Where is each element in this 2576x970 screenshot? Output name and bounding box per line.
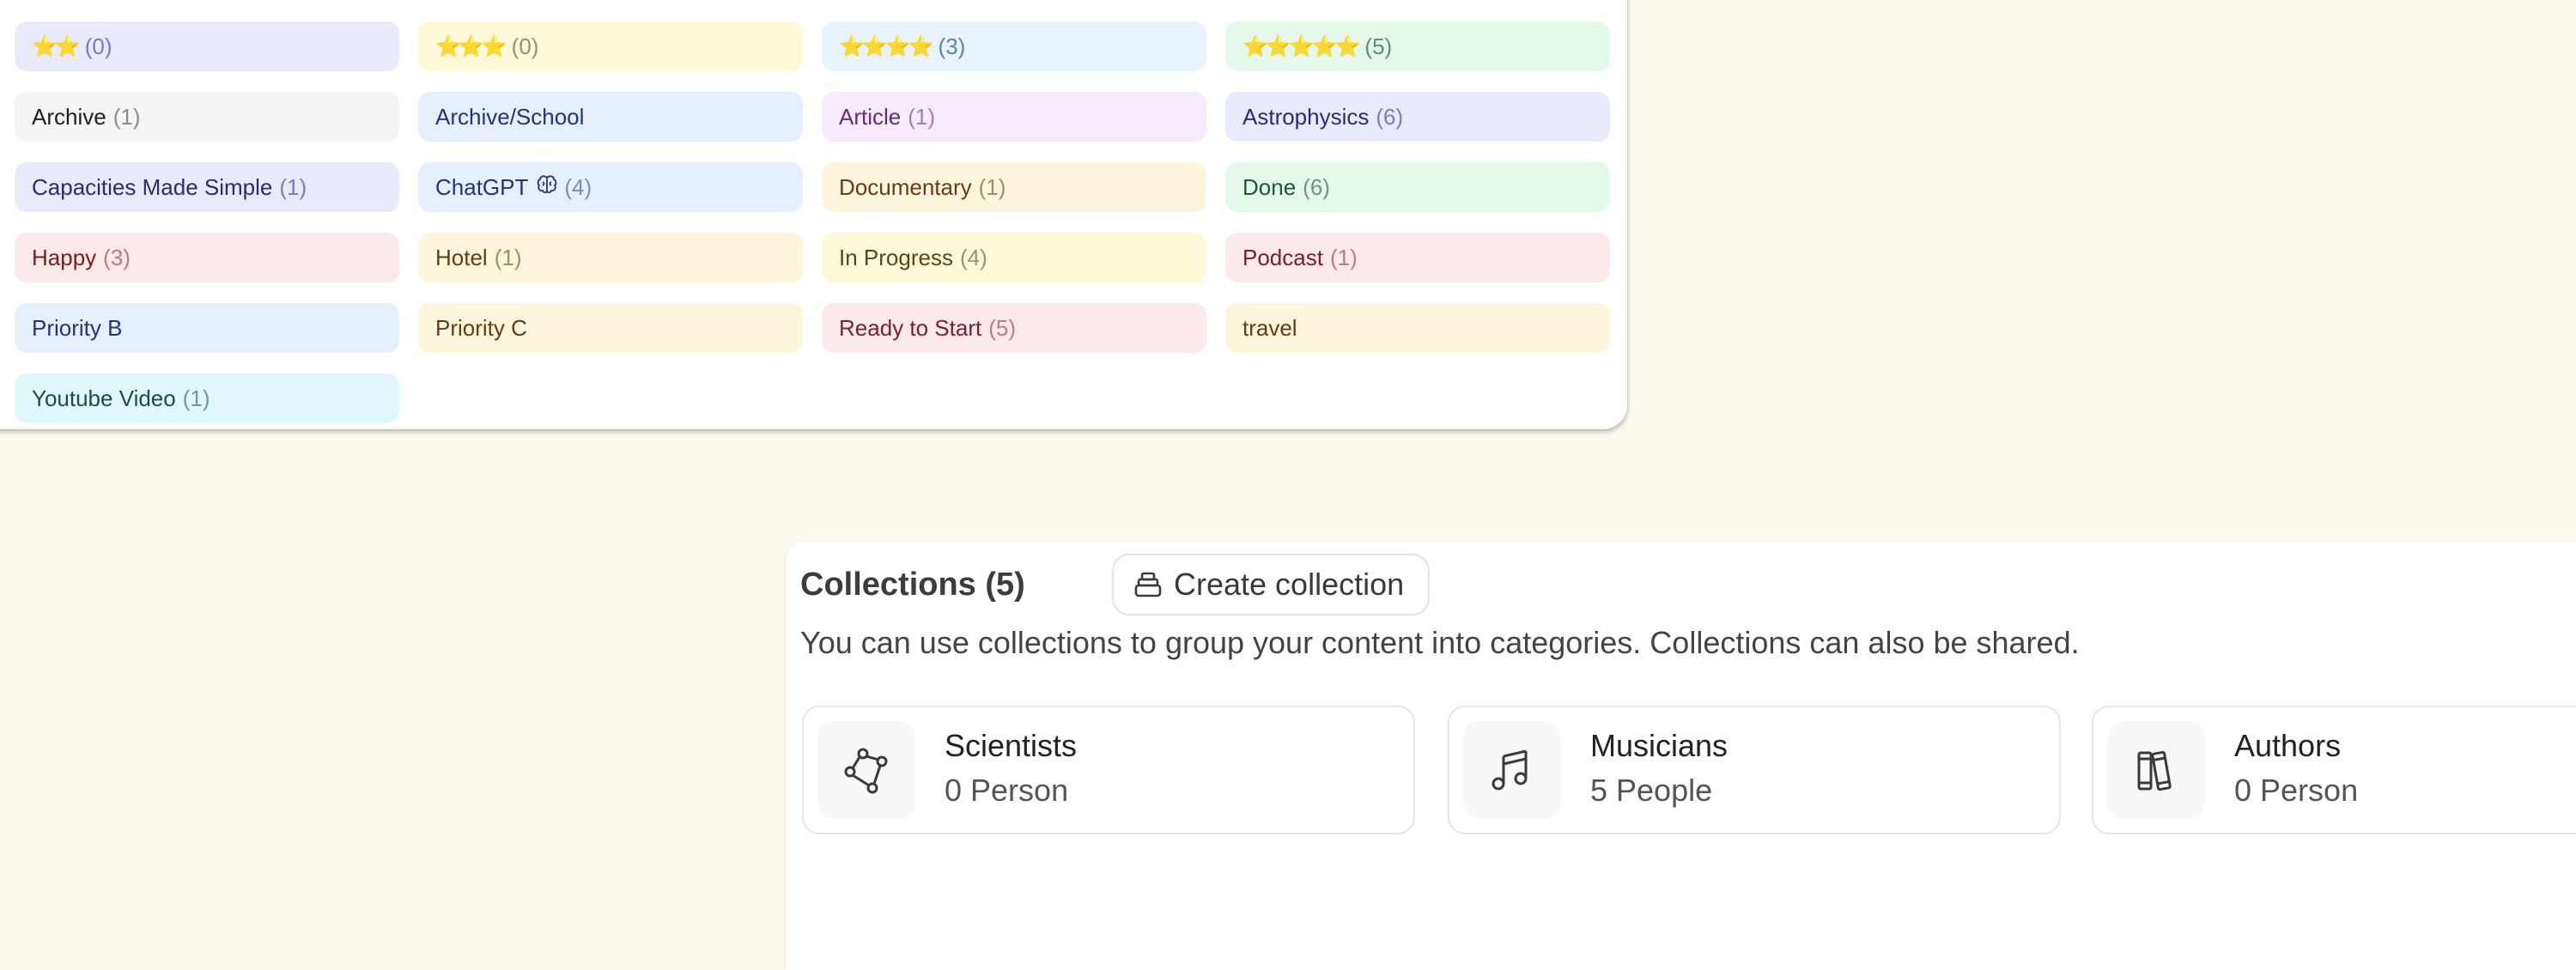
tag-label: Article [839,103,902,130]
collections-title: Collections (5) [800,567,1025,603]
tag-label: travel [1242,314,1297,341]
tag-count: (6) [1376,103,1404,130]
tag-item[interactable]: Article (1) [822,92,1206,142]
collection-count: 0 Person [945,773,1069,808]
collection-name: Authors [2234,728,2342,763]
card-icon-box [1463,721,1561,819]
tags-panel: ⭐⭐ (0) ⭐⭐⭐ (0) ⭐⭐⭐⭐ (3) ⭐⭐⭐⭐⭐ (5) Archive (1) Arch… [0,0,1627,429]
tag-item[interactable]: travel [1225,303,1610,353]
create-collection-label: Create collection [1174,567,1405,602]
card-icon-box [2107,721,2205,819]
tag-item[interactable]: ⭐⭐⭐ (0) [418,21,803,71]
collection-count: 5 People [1590,773,1713,808]
star-rating-icon: ⭐⭐⭐⭐ [839,34,934,58]
tag-item[interactable]: Archive (1) [15,92,399,142]
tag-count: (4) [959,244,987,270]
tag-label: Archive/School [435,103,585,130]
star-rating-icon: ⭐⭐⭐⭐⭐ [1242,34,1360,58]
create-collection-button[interactable]: Create collection [1112,554,1431,615]
tag-count: (5) [988,314,1016,341]
tag-label: ChatGPT [435,173,529,200]
tag-count: (5) [1364,33,1393,59]
tag-label: In Progress [839,244,953,270]
collection-card-authors[interactable]: Authors 0 Person [2092,706,2576,834]
tag-label: Archive [32,103,106,130]
tag-count: (1) [112,103,141,130]
tag-label: Priority B [32,314,123,341]
tag-label: Capacities Made Simple [32,173,273,200]
tag-item[interactable]: Youtube Video (1) [15,373,399,423]
collections-panel: Collections (5) Create collection You ca… [786,541,2576,970]
brain-icon [537,175,557,199]
tag-count: (1) [494,244,522,270]
books-icon [2137,750,2172,791]
tag-count: (0) [84,33,112,59]
collection-count: 0 Person [2234,773,2359,808]
tag-item[interactable]: ⭐⭐⭐⭐ (3) [822,21,1206,71]
tag-item[interactable]: Ready to Start (5) [822,303,1206,353]
tag-item[interactable]: Astrophysics (6) [1225,92,1610,142]
tag-label: Ready to Start [839,314,982,341]
tag-count: (1) [1329,244,1358,270]
card-icon-box [817,721,915,819]
tag-item[interactable]: Archive/School [418,92,803,142]
collection-name: Scientists [945,728,1078,763]
tag-label: Podcast [1242,244,1323,270]
tag-count: (1) [182,385,210,411]
tag-item[interactable]: Priority B [15,303,399,353]
collection-tray-icon [1134,572,1162,597]
tag-label: Youtube Video [32,385,176,411]
tag-item[interactable]: Hotel (1) [418,233,803,282]
tag-count: (3) [103,244,131,270]
star-rating-icon: ⭐⭐⭐ [435,34,507,58]
tag-count: (1) [978,173,1006,200]
collection-card-scientists[interactable]: Scientists 0 Person [802,706,1415,834]
tag-label: Done [1242,173,1297,200]
tag-item[interactable]: Priority C [418,303,803,353]
tag-count: (6) [1303,173,1330,200]
tag-item[interactable]: Done (6) [1225,162,1610,212]
tag-label: Astrophysics [1242,103,1370,130]
graph-nodes-icon [844,748,888,794]
tag-label: Hotel [435,244,488,270]
tag-item[interactable]: ChatGPT (4) [418,162,803,212]
star-rating-icon: ⭐⭐ [32,34,81,58]
tag-label: Happy [32,244,97,270]
tag-count: (4) [564,173,592,200]
tag-item[interactable]: Podcast (1) [1225,233,1610,282]
tag-count: (1) [279,173,307,200]
tag-count: (3) [938,33,966,59]
tag-item[interactable]: Capacities Made Simple (1) [15,162,399,212]
collection-card-musicians[interactable]: Musicians 5 People [1448,706,2061,834]
tag-item[interactable]: Happy (3) [15,233,399,282]
tag-item[interactable]: ⭐⭐ (0) [15,21,399,71]
collection-name: Musicians [1590,728,1728,763]
tag-label: Priority C [435,314,527,341]
music-note-icon [1492,749,1528,791]
tag-item[interactable]: In Progress (4) [822,233,1206,282]
collections-description: You can use collections to group your co… [800,625,2080,660]
tag-count: (1) [908,103,936,130]
tag-item[interactable]: ⭐⭐⭐⭐⭐ (5) [1225,21,1610,71]
tag-count: (0) [511,33,539,59]
tag-item[interactable]: Documentary (1) [822,162,1206,212]
tag-label: Documentary [839,173,972,200]
